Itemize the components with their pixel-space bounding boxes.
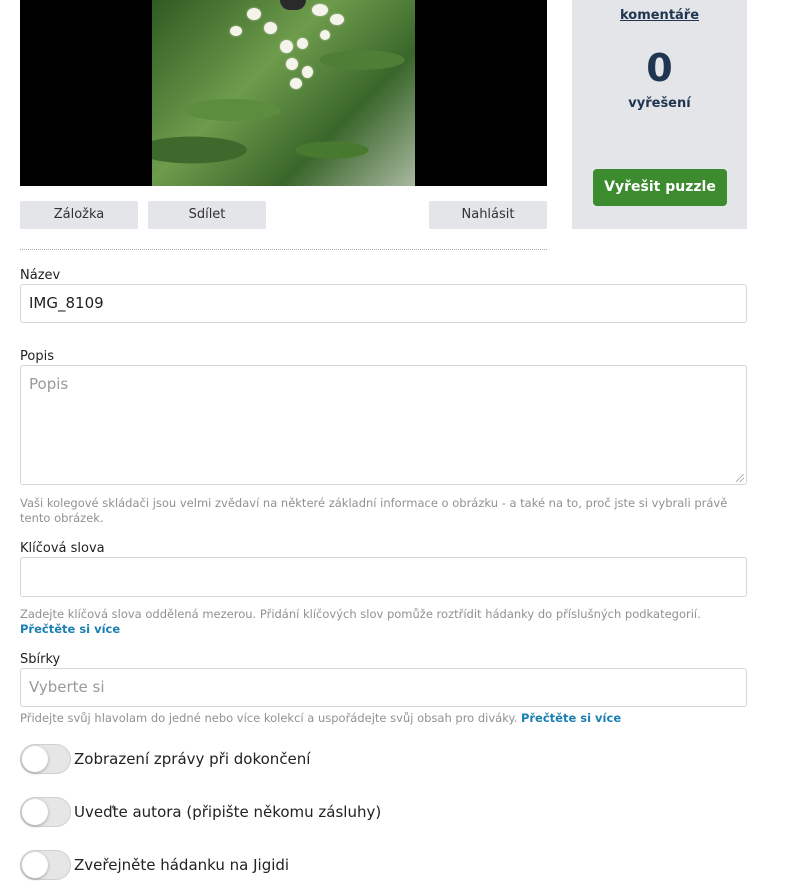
- solved-count: 0: [646, 46, 673, 90]
- flower-bud: [290, 78, 302, 89]
- toggle-row-credit-author: Uveďte autora (připište někomu zásluhy): [20, 797, 381, 827]
- toggle-knob: [22, 799, 48, 825]
- insect: [280, 0, 306, 10]
- toggle-knob: [22, 746, 48, 772]
- report-button[interactable]: Nahlásit: [429, 201, 547, 229]
- toggle-knob: [22, 852, 48, 878]
- collections-help: Přidejte svůj hlavolam do jedné nebo víc…: [20, 711, 747, 726]
- keywords-help: Zadejte klíčová slova oddělená mezerou. …: [20, 607, 747, 637]
- toggle-row-completion-message: Zobrazení zprávy při dokončení: [20, 744, 310, 774]
- resize-handle-icon[interactable]: [736, 474, 744, 482]
- share-button[interactable]: Sdílet: [148, 201, 266, 229]
- flower-bud: [302, 66, 313, 78]
- description-label: Popis: [20, 349, 54, 364]
- flower-bud: [312, 4, 328, 16]
- collections-help-text: Přidejte svůj hlavolam do jedné nebo víc…: [20, 711, 518, 725]
- solved-label: vyřešení: [628, 96, 691, 111]
- keywords-read-more-link[interactable]: Přečtěte si více: [20, 622, 120, 636]
- description-field[interactable]: Popis: [20, 365, 747, 485]
- collections-select[interactable]: Vyberte si: [20, 668, 747, 707]
- collections-read-more-link[interactable]: Přečtěte si více: [521, 711, 621, 725]
- comments-link[interactable]: komentáře: [572, 8, 747, 23]
- name-value: IMG_8109: [29, 294, 104, 312]
- flower-photo: [152, 0, 415, 186]
- description-placeholder: Popis: [29, 375, 69, 393]
- flower-bud: [264, 22, 277, 34]
- divider: [20, 249, 547, 250]
- solve-puzzle-button[interactable]: Vyřešit puzzle: [593, 169, 727, 206]
- publish-label: Zveřejněte hádanku na Jigidi: [74, 856, 290, 874]
- flower-bud: [247, 8, 261, 20]
- bookmark-button[interactable]: Záložka: [20, 201, 138, 229]
- completion-message-toggle[interactable]: [20, 744, 71, 774]
- flower-bud: [320, 30, 330, 40]
- name-field[interactable]: IMG_8109: [20, 284, 747, 323]
- collections-label: Sbírky: [20, 652, 61, 667]
- stats-panel: komentáře 0 vyřešení Vyřešit puzzle: [572, 0, 747, 229]
- flower-bud: [330, 14, 344, 25]
- keywords-label: Klíčová slova: [20, 541, 105, 556]
- flower-bud: [286, 58, 298, 70]
- completion-message-label: Zobrazení zprávy při dokončení: [74, 750, 311, 768]
- credit-author-label: Uveďte autora (připište někomu zásluhy): [74, 803, 382, 821]
- toggle-row-publish: Zveřejněte hádanku na Jigidi: [20, 850, 289, 880]
- flower-bud: [297, 38, 308, 49]
- credit-author-toggle[interactable]: [20, 797, 71, 827]
- description-help: Vaši kolegové skládači jsou velmi zvědav…: [20, 496, 728, 525]
- puzzle-image: [20, 0, 547, 186]
- publish-toggle[interactable]: [20, 850, 71, 880]
- flower-bud: [280, 40, 293, 53]
- name-label: Název: [20, 268, 61, 283]
- keywords-field[interactable]: [20, 557, 747, 597]
- flower-bud: [230, 26, 242, 36]
- collections-placeholder: Vyberte si: [29, 678, 105, 696]
- keywords-help-text: Zadejte klíčová slova oddělená mezerou. …: [20, 607, 701, 621]
